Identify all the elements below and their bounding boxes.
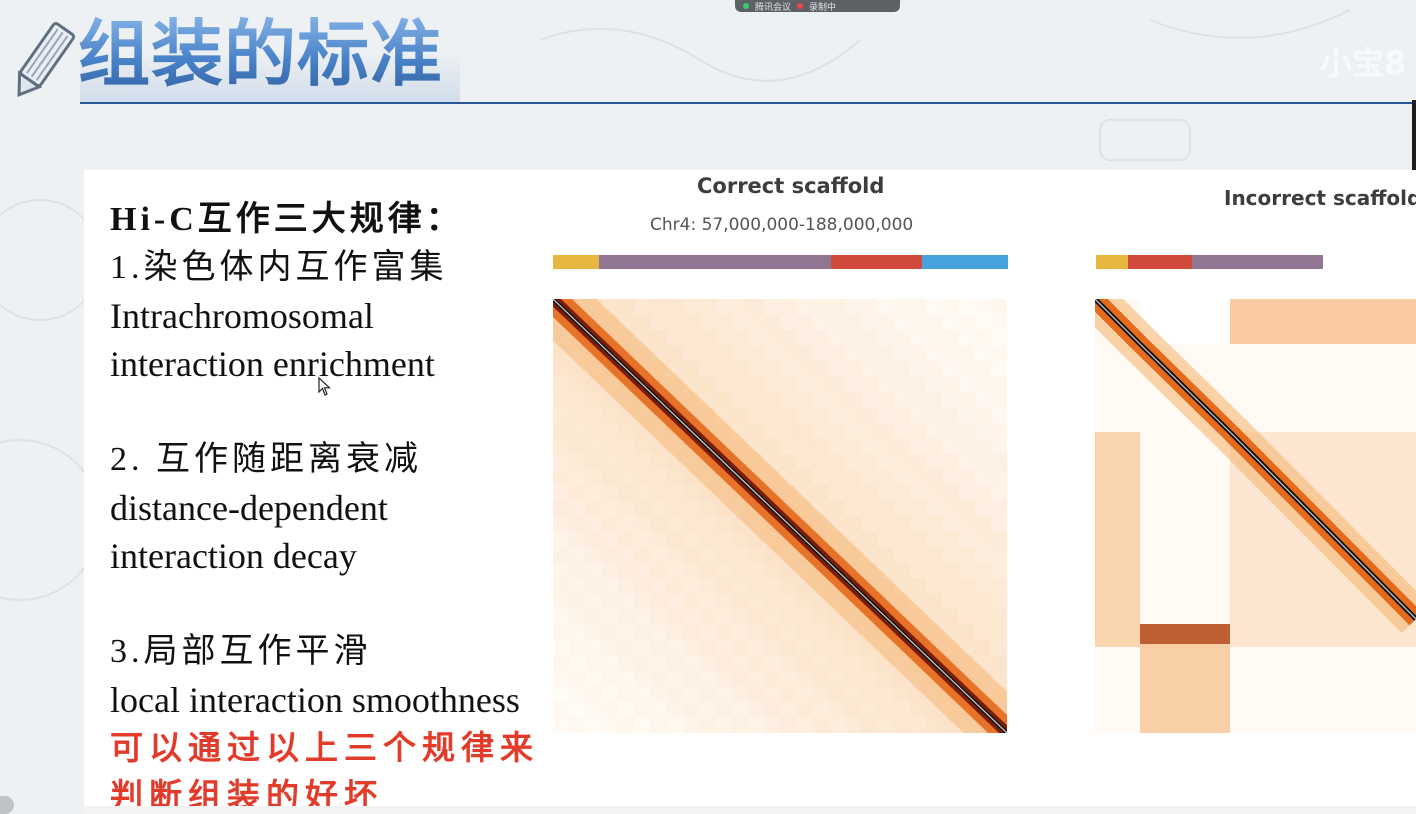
incorrect-panel-title: Incorrect scaffold [1224, 186, 1416, 210]
note-line-1: 可以通过以上三个规律来 [110, 728, 539, 767]
scaffold-segment [598, 255, 831, 269]
rule-3-zh: 3.局部互作平滑 [110, 633, 372, 670]
rule-1-en-line1: Intrachromosomal [110, 296, 374, 336]
bottom-strip [84, 806, 1416, 814]
scaffold-segment [830, 255, 922, 269]
scaffold-segment [553, 255, 599, 269]
meeting-app-label: 腾讯会议 [755, 2, 792, 13]
record-dot-icon [797, 3, 804, 9]
scaffold-segment [921, 255, 1008, 269]
rule-2-zh: 2. 互作随距离衰减 [110, 441, 422, 478]
rules-text: Hi-C互作三大规律： 1.染色体内互作富集 Intrachromosomal … [110, 196, 580, 814]
recording-label: 录制中 [809, 2, 837, 13]
pencil-icon [17, 22, 76, 97]
rules-heading: Hi-C互作三大规律： [110, 201, 464, 238]
correct-scaffold-bar [553, 255, 1008, 269]
correct-panel-subtitle: Chr4: 57,000,000-188,000,000 [650, 215, 914, 235]
scaffold-segment [1128, 255, 1192, 269]
page-title: 组装的标准 [78, 8, 443, 100]
correct-heatmap [553, 299, 1007, 733]
scaffold-segment [1192, 255, 1324, 269]
mouse-cursor-icon [318, 377, 332, 396]
watermark: 小宝8 [1320, 44, 1407, 82]
incorrect-heatmap [1095, 299, 1416, 733]
rule-3-en: local interaction smoothness [110, 680, 520, 720]
incorrect-scaffold-bar [1096, 255, 1416, 269]
rule-1-en-line2: interaction enrichment [110, 344, 435, 384]
title-underline [80, 102, 1416, 104]
signal-icon [743, 3, 749, 9]
correct-panel-title: Correct scaffold [697, 174, 885, 198]
meeting-status-bar[interactable]: 腾讯会议 录制中 [735, 0, 900, 13]
rule-2-en-line2: interaction decay [110, 536, 357, 576]
rule-2-en-line1: distance-dependent [110, 488, 388, 528]
rule-1-zh: 1.染色体内互作富集 [110, 249, 448, 286]
scaffold-segment [1096, 255, 1128, 269]
